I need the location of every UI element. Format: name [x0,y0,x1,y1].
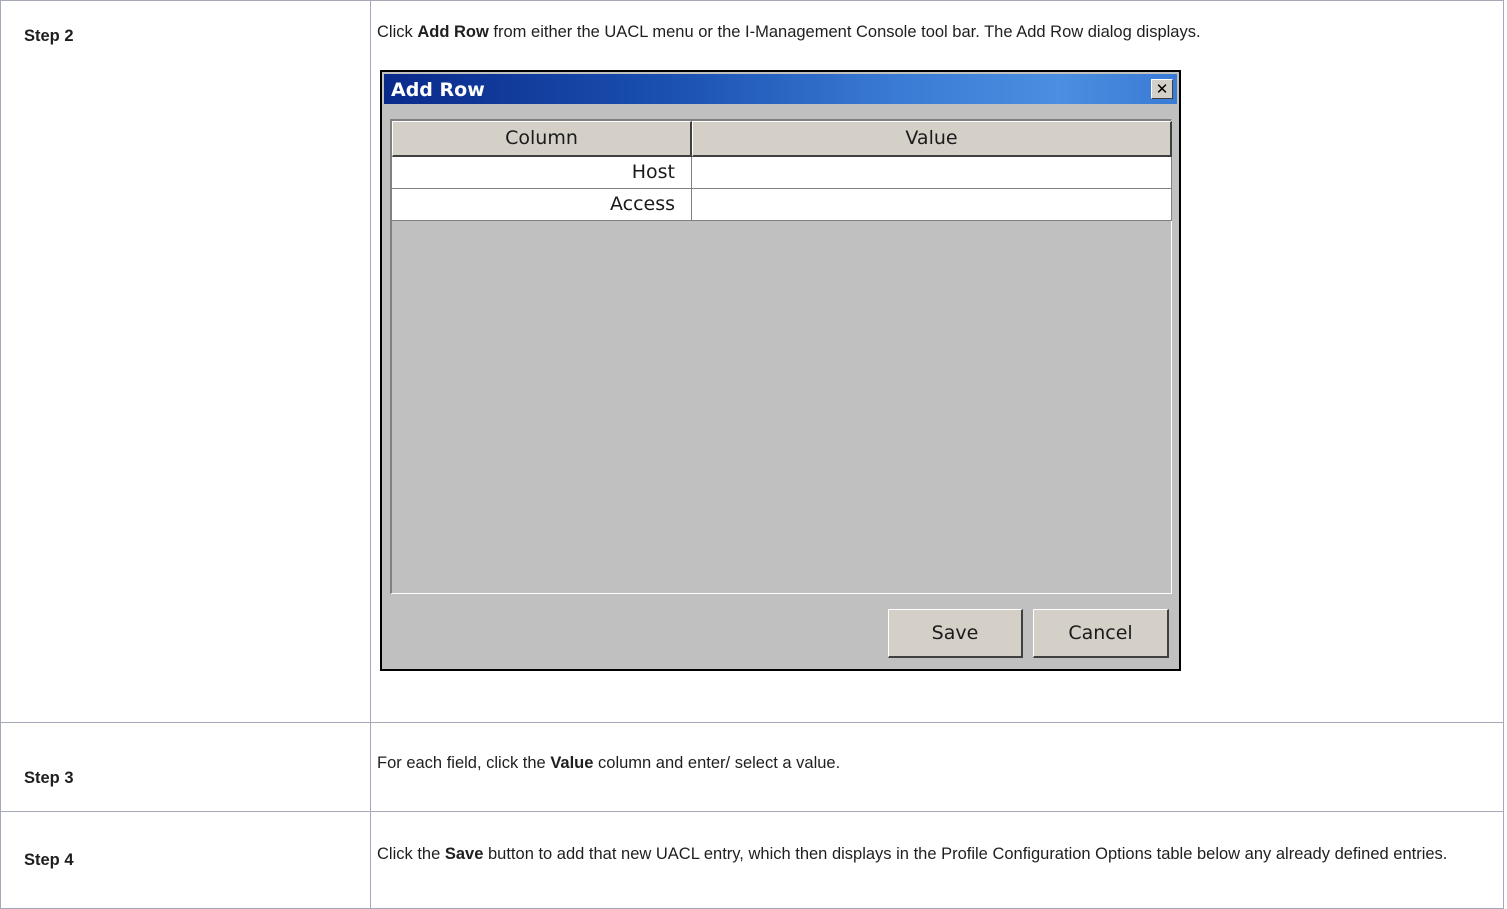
column-header-column[interactable]: Column [392,121,692,157]
add-row-dialog: Add Row ✕ Column Value Host Access Save … [380,70,1181,671]
step-row: Step 3 For each field, click the Value c… [0,722,1504,812]
host-value-cell[interactable] [692,157,1172,189]
step-description: Click the Save button to add that new UA… [370,811,1504,909]
step-label: Step 2 [0,0,371,723]
grid-header: Column Value [392,121,1172,157]
step-row: Step 4 Click the Save button to add that… [0,811,1504,909]
field-name-access: Access [392,189,692,221]
step-label: Step 3 [0,722,371,812]
desc-text: For each field, click the [377,753,551,772]
desc-text: Click [377,23,418,41]
desc-text: button to add that new UACL entry, which… [483,844,1448,863]
dialog-title: Add Row [391,79,485,101]
desc-text: from either the UACL menu or the I-Manag… [488,23,1201,41]
table-row[interactable]: Access [392,189,1172,221]
dialog-titlebar[interactable]: Add Row ✕ [384,74,1177,104]
close-icon: ✕ [1155,80,1169,98]
save-button[interactable]: Save [888,609,1023,658]
desc-text: column and enter/ select a value. [593,753,841,772]
field-name-host: Host [392,157,692,189]
desc-text: Click the [377,844,445,863]
desc-bold-text: Value [550,753,594,772]
desc-bold-text: Save [444,844,484,863]
cancel-button[interactable]: Cancel [1033,609,1169,658]
row-grid: Column Value Host Access [390,119,1172,594]
access-value-cell[interactable] [692,189,1172,221]
step-description: For each field, click the Value column a… [370,722,1504,812]
table-row[interactable]: Host [392,157,1172,189]
step-label: Step 4 [0,811,371,909]
desc-bold-text: Add Row [417,23,489,41]
column-header-value[interactable]: Value [692,121,1172,157]
close-button[interactable]: ✕ [1151,79,1173,99]
